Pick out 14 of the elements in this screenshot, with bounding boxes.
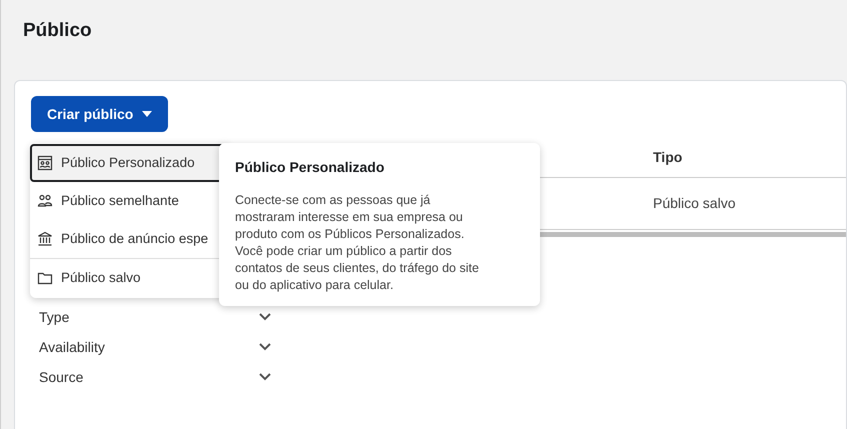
filter-row[interactable]: Availability bbox=[39, 337, 271, 357]
folder-icon bbox=[37, 270, 53, 286]
contact-card-icon bbox=[37, 155, 53, 171]
bank-icon bbox=[37, 231, 53, 247]
column-header: Tipo bbox=[653, 148, 682, 167]
people-icon bbox=[37, 193, 53, 209]
caret-icon bbox=[142, 111, 152, 117]
tooltip-text: Conecte-se com as pessoas que já mostraram interesse em sua empresa ou produto com os Públicos Personalizados. Você pode criar um público a partir dos contatos de seus clientes, do tráfego do site ou do aplicativo para celular. bbox=[235, 192, 480, 294]
filter-row[interactable]: Source bbox=[39, 367, 271, 387]
page-title: Público bbox=[23, 20, 92, 41]
filter-row[interactable]: Type bbox=[39, 307, 271, 327]
table-cell-text: Público salvo bbox=[653, 194, 736, 213]
tooltip-title: Público Personalizado bbox=[235, 158, 386, 177]
create-audience-button[interactable]: Criar público bbox=[31, 96, 168, 132]
